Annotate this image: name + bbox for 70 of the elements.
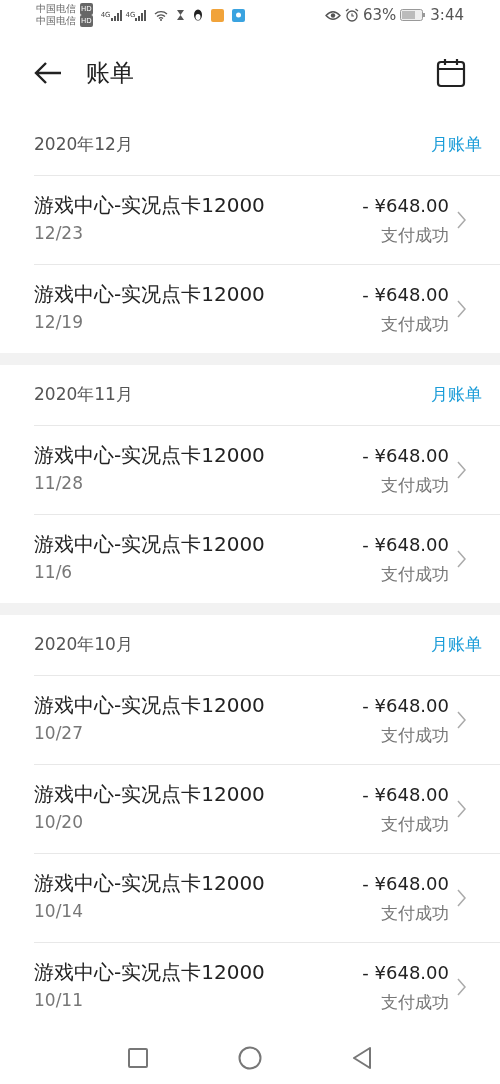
bill-item[interactable]: 游戏中心-实况点卡12000 10/27 - ¥648.00 支付成功 [34,675,500,764]
payment-status: 支付成功 [381,473,449,497]
item-amount: - ¥648.00 [362,532,449,557]
item-date: 10/11 [34,989,84,1013]
recent-apps-icon[interactable] [128,1047,148,1068]
item-amount: - ¥648.00 [362,782,449,807]
item-amount: - ¥648.00 [362,193,449,218]
signal-icon [135,9,147,21]
payment-status: 支付成功 [381,312,449,336]
bill-item[interactable]: 游戏中心-实况点卡12000 10/20 - ¥648.00 支付成功 [34,764,500,853]
clock-time: 3:44 [430,4,464,26]
month-heading: 2020年10月 [34,633,133,657]
back-icon[interactable] [352,1046,372,1069]
payment-status: 支付成功 [381,990,449,1014]
hourglass-icon [176,9,186,21]
item-title: 游戏中心-实况点卡12000 [34,193,265,218]
month-heading: 2020年11月 [34,383,133,407]
wifi-icon [154,9,169,21]
item-date: 12/19 [34,311,84,335]
item-title: 游戏中心-实况点卡12000 [34,871,265,896]
carrier-name: 中国电信 [36,15,76,27]
payment-status: 支付成功 [381,562,449,586]
app-icon [211,8,225,22]
item-amount: - ¥648.00 [362,443,449,468]
page-title: 账单 [86,57,134,89]
battery-icon [400,9,427,21]
item-amount: - ¥648.00 [362,871,449,896]
item-title: 游戏中心-实况点卡12000 [34,532,265,557]
item-amount: - ¥648.00 [362,282,449,307]
chevron-icon [457,800,466,818]
item-date: 10/27 [34,722,84,746]
bill-item[interactable]: 游戏中心-实况点卡12000 10/14 - ¥648.00 支付成功 [34,853,500,942]
home-icon[interactable] [238,1045,262,1070]
chevron-icon [457,711,466,729]
chevron-icon [457,550,466,568]
payment-status: 支付成功 [381,223,449,247]
item-title: 游戏中心-实况点卡12000 [34,693,265,718]
payment-status: 支付成功 [381,812,449,836]
chevron-icon [457,978,466,996]
item-date: 11/28 [34,472,84,496]
carrier-name: 中国电信 [36,3,76,15]
bill-item[interactable]: 游戏中心-实况点卡12000 12/23 - ¥648.00 支付成功 [34,175,500,264]
item-date: 10/14 [34,900,84,924]
chevron-icon [457,211,466,229]
alarm-icon [344,8,359,22]
chevron-icon [457,300,466,318]
month-heading: 2020年12月 [34,133,133,157]
item-amount: - ¥648.00 [362,960,449,985]
signal-icon [110,9,122,21]
back-arrow-icon[interactable] [34,61,62,84]
battery-percent: 63% [362,4,397,26]
eye-icon [324,9,341,21]
bill-item[interactable]: 游戏中心-实况点卡12000 10/11 - ¥648.00 支付成功 [34,942,500,1031]
chevron-icon [457,461,466,479]
payment-status: 支付成功 [381,723,449,747]
chevron-icon [457,889,466,907]
calendar-icon[interactable] [436,57,466,88]
bill-item[interactable]: 游戏中心-实况点卡12000 11/6 - ¥648.00 支付成功 [34,514,500,603]
item-date: 10/20 [34,811,84,835]
item-title: 游戏中心-实况点卡12000 [34,782,265,807]
item-title: 游戏中心-实况点卡12000 [34,443,265,468]
item-title: 游戏中心-实况点卡12000 [34,282,265,307]
bill-item[interactable]: 游戏中心-实况点卡12000 12/19 - ¥648.00 支付成功 [34,264,500,353]
bill-item[interactable]: 游戏中心-实况点卡12000 11/28 - ¥648.00 支付成功 [34,425,500,514]
payment-status: 支付成功 [381,901,449,925]
item-date: 11/6 [34,561,74,585]
item-amount: - ¥648.00 [362,693,449,718]
penguin-icon [193,9,204,21]
item-date: 12/23 [34,222,84,246]
item-title: 游戏中心-实况点卡12000 [34,960,265,985]
